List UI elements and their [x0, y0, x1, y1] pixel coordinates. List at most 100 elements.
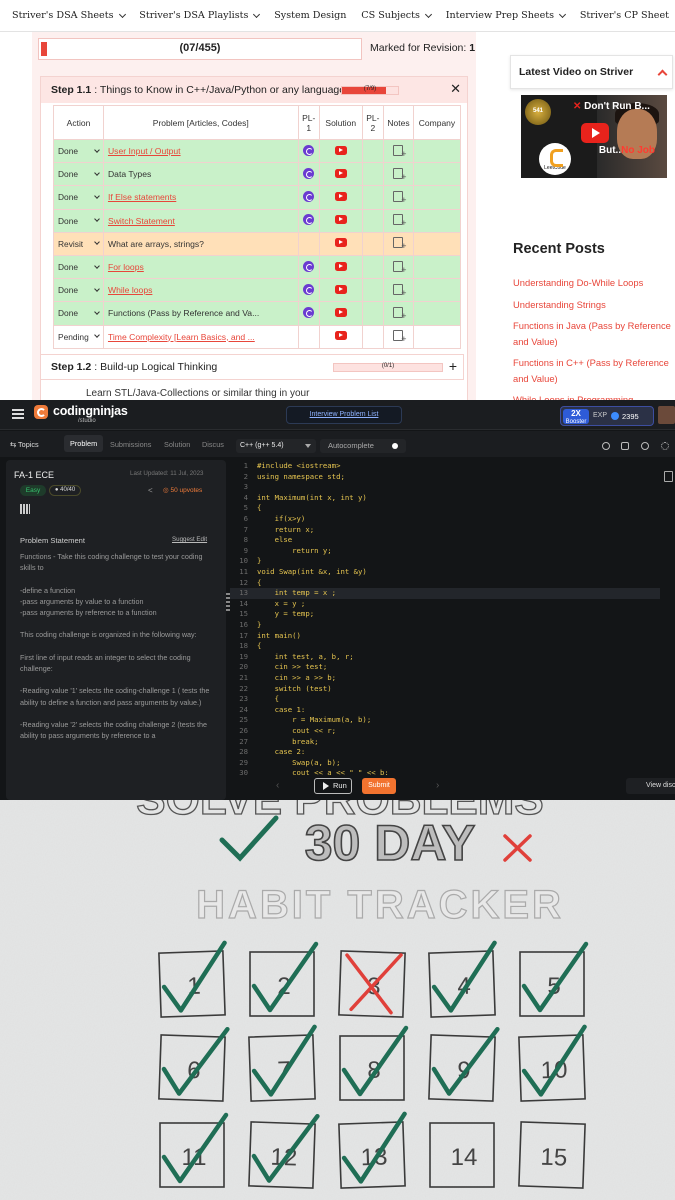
add-note-icon[interactable] [393, 283, 406, 298]
problem-name[interactable]: Switch Statement [108, 216, 175, 226]
youtube-play-icon[interactable] [581, 123, 609, 143]
codestudio-icon[interactable] [303, 144, 315, 156]
youtube-icon[interactable] [334, 331, 347, 341]
autocomplete-toggle[interactable]: Autocomplete [320, 439, 406, 453]
add-note-icon[interactable] [393, 260, 406, 275]
recent-post-link[interactable]: While Loops in Programming [513, 392, 675, 400]
reset-icon[interactable] [641, 442, 649, 450]
codestudio-icon[interactable] [303, 260, 315, 272]
coding-ninjas-logo-icon[interactable] [34, 405, 48, 419]
action-select[interactable]: Done [53, 138, 104, 164]
problem-name[interactable]: While loops [108, 285, 152, 295]
add-note-icon[interactable] [393, 167, 406, 182]
action-select[interactable]: Done [53, 301, 104, 326]
tab-submissions[interactable]: Submissions [110, 440, 151, 449]
step-1-1-progress-text: (7/9) [363, 86, 377, 92]
codestudio-icon[interactable] [303, 167, 315, 179]
youtube-icon[interactable] [334, 145, 347, 155]
interview-problem-list-link[interactable]: Interview Problem List [286, 406, 402, 424]
action-select[interactable]: Done [53, 278, 104, 303]
action-select[interactable]: Done [53, 185, 104, 210]
add-note-icon[interactable] [393, 237, 406, 251]
problem-cell[interactable]: If Else statements [102, 185, 299, 210]
problem-cell[interactable]: For loops [102, 254, 299, 280]
codestudio-icon[interactable] [303, 283, 315, 295]
nav-item[interactable]: CS Subjects [361, 10, 432, 21]
nav-item[interactable]: System Design [274, 10, 346, 21]
problem-name[interactable]: For loops [108, 262, 144, 272]
add-note-icon[interactable] [393, 190, 406, 205]
add-note-icon[interactable] [393, 306, 406, 321]
problem-name[interactable]: Time Complexity [Learn Basics, and ... [108, 332, 255, 342]
add-note-icon[interactable] [393, 330, 406, 344]
nav-item[interactable]: Interview Prep Sheets [446, 10, 567, 21]
step-1-2-title: : Build-up Logical Thinking [94, 361, 218, 373]
save-icon[interactable] [621, 442, 629, 450]
view-discussion-button[interactable]: View disc [626, 778, 675, 794]
gear-icon[interactable] [661, 442, 669, 450]
problem-cell[interactable]: While loops [102, 278, 299, 303]
step-1-2-header[interactable]: Step 1.2 : Build-up Logical Thinking (0/… [40, 354, 464, 380]
youtube-icon[interactable] [334, 168, 347, 178]
code-editor[interactable]: 1 #include <iostream> 2 using namespace std… [230, 457, 660, 775]
youtube-icon[interactable] [334, 284, 347, 294]
tab-solution[interactable]: Solution [164, 440, 190, 449]
timer-icon[interactable] [602, 442, 610, 450]
problem-name[interactable]: User Input / Output [108, 146, 181, 156]
problem-name[interactable]: If Else statements [108, 192, 176, 202]
copy-icon[interactable] [664, 471, 673, 482]
youtube-icon[interactable] [334, 191, 347, 201]
recent-post-link[interactable]: Understanding Do-While Loops [513, 275, 675, 291]
language-select[interactable]: C++ (g++ 5.4) [236, 439, 316, 453]
next-arrow-icon[interactable]: › [436, 780, 439, 791]
run-button[interactable]: Run [314, 778, 352, 794]
code-text: cout << r; [257, 726, 337, 735]
action-select[interactable]: Pending [53, 324, 104, 349]
expand-plus-icon[interactable]: + [449, 358, 457, 374]
share-icon[interactable]: < [148, 486, 153, 495]
nav-item[interactable]: Striver's DSA Playlists [139, 10, 261, 21]
prev-arrow-icon[interactable]: ‹ [276, 780, 279, 791]
tab-topics[interactable]: ⇆ Topics [10, 440, 39, 449]
youtube-icon[interactable] [334, 215, 347, 225]
avatar[interactable] [658, 406, 675, 424]
company-cell [412, 208, 462, 233]
action-select[interactable]: Revisit [53, 231, 104, 256]
tab-discuss[interactable]: Discus [202, 440, 224, 449]
recent-post-link[interactable]: Functions in Java (Pass by Reference and… [513, 318, 675, 350]
line-number: 20 [239, 662, 248, 672]
nav-item-label: Striver's DSA Sheets [12, 10, 114, 21]
action-select[interactable]: Done [53, 208, 104, 233]
nav-item[interactable]: Striver's DSA Sheets [12, 10, 126, 21]
youtube-icon[interactable] [334, 261, 347, 271]
video-thumbnail[interactable]: 541 ✕ Don't Run B... But..No Job LeetCod… [521, 95, 667, 178]
codestudio-icon[interactable] [303, 214, 315, 226]
action-select[interactable]: Done [53, 162, 104, 187]
problem-cell[interactable]: Switch Statement [102, 208, 299, 233]
brand-name[interactable]: codingninjas [53, 404, 128, 418]
latest-video-header[interactable]: Latest Video on Striver [510, 55, 673, 89]
youtube-icon[interactable] [334, 307, 347, 317]
codestudio-icon[interactable] [303, 190, 315, 202]
codestudio-icon[interactable] [303, 306, 315, 318]
recent-post-link[interactable]: Understanding Strings [513, 297, 675, 313]
close-icon[interactable]: ✕ [450, 81, 461, 97]
add-note-icon[interactable] [393, 144, 406, 159]
exp-booster-badge[interactable]: 2X Booster EXP 2395 [560, 406, 654, 426]
chevron-up-icon[interactable] [657, 69, 668, 79]
step-1-1-header[interactable]: Step 1.1 : Things to Know in C++/Java/Py… [41, 77, 467, 103]
qr-code-icon[interactable] [20, 504, 30, 514]
suggest-edit-link[interactable]: Suggest Edit [172, 536, 207, 543]
upvote-button[interactable]: ◎ 50 upvotes [163, 486, 202, 494]
hamburger-menu-icon[interactable] [12, 409, 24, 419]
problem-cell[interactable]: User Input / Output [102, 138, 299, 164]
action-select[interactable]: Done [53, 254, 104, 280]
nav-item[interactable]: Striver's CP Sheet [580, 10, 669, 21]
recent-post-link[interactable]: Functions in C++ (Pass by Reference and … [513, 355, 675, 387]
problem-cell[interactable]: Time Complexity [Learn Basics, and ... [102, 324, 299, 349]
tab-problem[interactable]: Problem [64, 435, 104, 452]
coding-ninjas-studio: codingninjas /studio Interview Problem L… [0, 400, 675, 800]
add-note-icon[interactable] [393, 214, 406, 228]
youtube-icon[interactable] [334, 238, 347, 248]
submit-button[interactable]: Submit [362, 778, 396, 794]
